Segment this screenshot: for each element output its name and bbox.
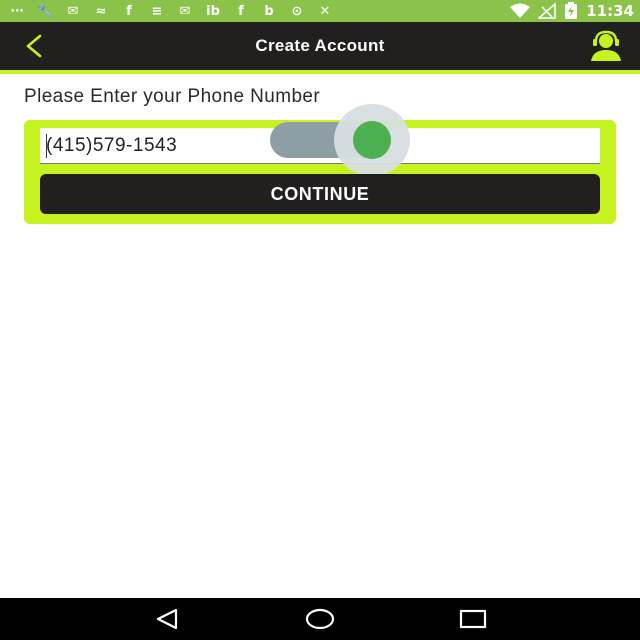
wifi-icon xyxy=(510,3,531,18)
toggle-thumb xyxy=(353,121,391,159)
app-bar-accent-line xyxy=(0,70,640,74)
navigation-bar xyxy=(0,598,640,640)
app-bar: Create Account xyxy=(0,22,640,70)
message-icon: ✉ xyxy=(179,3,191,19)
nav-home-button[interactable] xyxy=(290,601,350,637)
status-bar: ⋯ 🔧 ✉ ≈ f ≡ ✉ ib f b ⊙ ✕ 11:34 xyxy=(0,0,640,22)
facebook-icon-2: f xyxy=(238,3,244,19)
signal-icon xyxy=(538,3,557,19)
status-time: 11:34 xyxy=(586,2,634,20)
stack-icon: ≡ xyxy=(151,3,163,19)
ib-icon: ib xyxy=(206,3,220,19)
toggle-switch[interactable] xyxy=(270,104,410,176)
support-button[interactable] xyxy=(586,28,626,64)
b-icon: b xyxy=(264,3,274,19)
nav-recents-icon xyxy=(460,609,487,629)
no-signal-icon: ✕ xyxy=(319,3,331,19)
back-button[interactable] xyxy=(24,30,64,62)
zap-icon: ≈ xyxy=(95,3,107,19)
continue-button[interactable]: CONTINUE xyxy=(40,174,600,214)
wrench-icon: 🔧 xyxy=(36,3,54,19)
bbm-icon: ✉ xyxy=(67,3,79,19)
circle-info-icon: ⊙ xyxy=(291,3,303,19)
notification-icons: ⋯ 🔧 ✉ ≈ f ≡ ✉ ib f b ⊙ ✕ xyxy=(6,3,510,19)
facebook-icon: f xyxy=(126,3,132,19)
nav-recents-button[interactable] xyxy=(443,601,503,637)
chevron-left-icon xyxy=(26,34,42,58)
page-title: Create Account xyxy=(255,36,385,55)
text-cursor xyxy=(46,134,47,158)
nav-home-icon xyxy=(305,608,335,630)
nav-back-button[interactable] xyxy=(137,601,197,637)
chat-bubble-icon: ⋯ xyxy=(10,3,24,19)
system-status: 11:34 xyxy=(510,2,634,20)
battery-icon xyxy=(565,2,578,19)
nav-back-icon xyxy=(156,608,177,630)
support-agent-icon xyxy=(591,30,621,61)
